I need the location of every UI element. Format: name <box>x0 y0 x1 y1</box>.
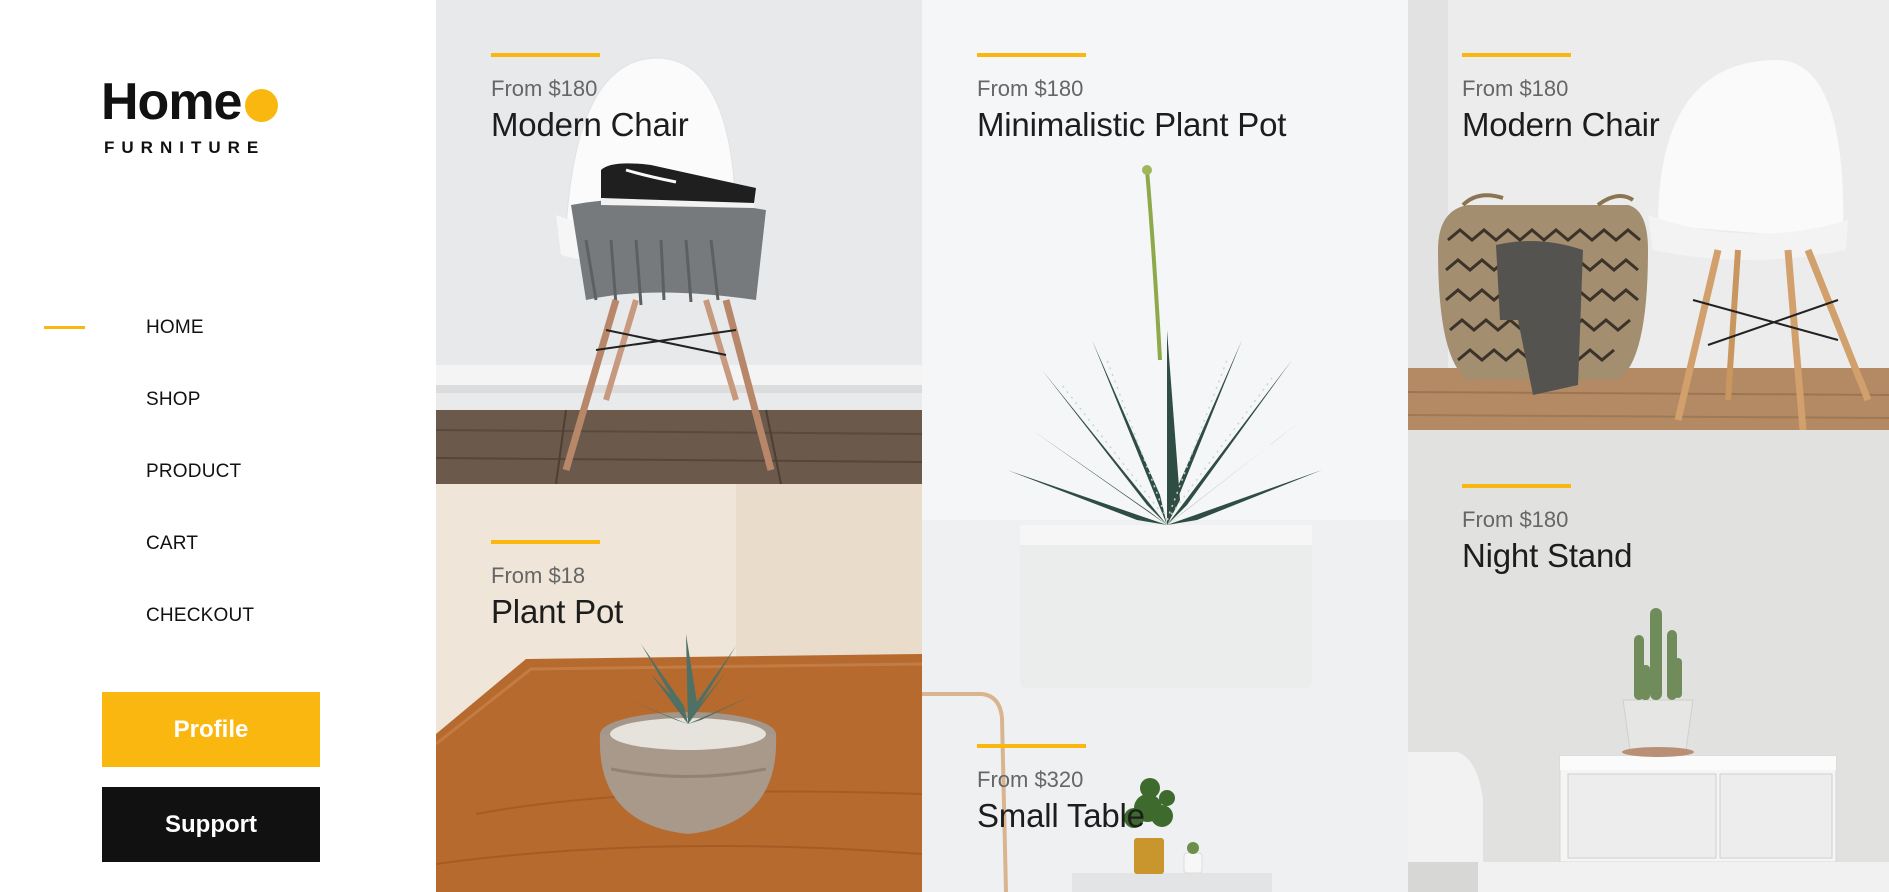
accent-bar <box>977 744 1086 748</box>
nav-item-checkout[interactable]: CHECKOUT <box>0 592 436 664</box>
cactus-on-nightstand-image <box>1408 430 1889 892</box>
brand-logo[interactable]: Home FURNITURE <box>101 73 279 158</box>
product-price: From $180 <box>1462 507 1569 532</box>
nav-item-cart[interactable]: CART <box>0 520 436 592</box>
succulent-on-table-image <box>436 484 922 892</box>
brand-wordmark: Home <box>101 73 279 131</box>
product-price: From $180 <box>977 76 1084 101</box>
product-price: From $18 <box>491 563 586 588</box>
aloe-in-white-pot-image <box>922 0 1408 688</box>
product-card-plant-pot[interactable]: From $18 Plant Pot <box>436 484 922 892</box>
nav-item-product[interactable]: PRODUCT <box>0 448 436 520</box>
main-nav: HOME SHOP PRODUCT CART CHECKOUT <box>0 304 436 664</box>
product-name: Small Table <box>977 797 1145 834</box>
support-button[interactable]: Support <box>102 787 320 862</box>
accent-bar <box>1462 484 1571 488</box>
product-name: Modern Chair <box>1462 106 1660 143</box>
nav-item-label: HOME <box>146 317 204 338</box>
product-name: Modern Chair <box>491 106 689 143</box>
nav-item-home[interactable]: HOME <box>0 304 436 376</box>
nav-item-label: PRODUCT <box>146 461 242 482</box>
brand-name: Home <box>101 73 242 131</box>
accent-bar <box>977 53 1086 57</box>
product-card-minimalistic-plant-pot[interactable]: From $180 Minimalistic Plant Pot <box>922 0 1408 688</box>
profile-button[interactable]: Profile <box>102 692 320 767</box>
product-price: From $320 <box>977 767 1084 792</box>
product-name: Plant Pot <box>491 593 624 630</box>
product-card-night-stand[interactable]: From $180 Night Stand <box>1408 430 1889 892</box>
accent-bar <box>491 540 600 544</box>
sidebar: Home FURNITURE HOME SHOP PRODUCT CART CH… <box>0 0 436 892</box>
product-card-modern-chair-2[interactable]: From $180 Modern Chair <box>1408 0 1889 430</box>
brand-tagline: FURNITURE <box>104 138 266 157</box>
nav-item-shop[interactable]: SHOP <box>0 376 436 448</box>
nav-item-label: CART <box>146 533 199 554</box>
product-card-modern-chair[interactable]: From $180 Modern Chair <box>436 0 922 484</box>
product-price: From $180 <box>491 76 598 101</box>
active-indicator <box>44 326 85 329</box>
nav-item-label: SHOP <box>146 389 201 410</box>
product-card-small-table[interactable]: From $320 Small Table <box>922 688 1408 892</box>
chair-with-sneakers-image <box>436 0 922 484</box>
accent-bar <box>491 53 600 57</box>
brand-dot-icon <box>245 88 279 122</box>
accent-bar <box>1462 53 1571 57</box>
product-name: Night Stand <box>1462 537 1633 574</box>
product-name: Minimalistic Plant Pot <box>977 106 1287 143</box>
nav-item-label: CHECKOUT <box>146 605 255 626</box>
product-price: From $180 <box>1462 76 1569 101</box>
chair-with-basket-image <box>1408 0 1889 430</box>
